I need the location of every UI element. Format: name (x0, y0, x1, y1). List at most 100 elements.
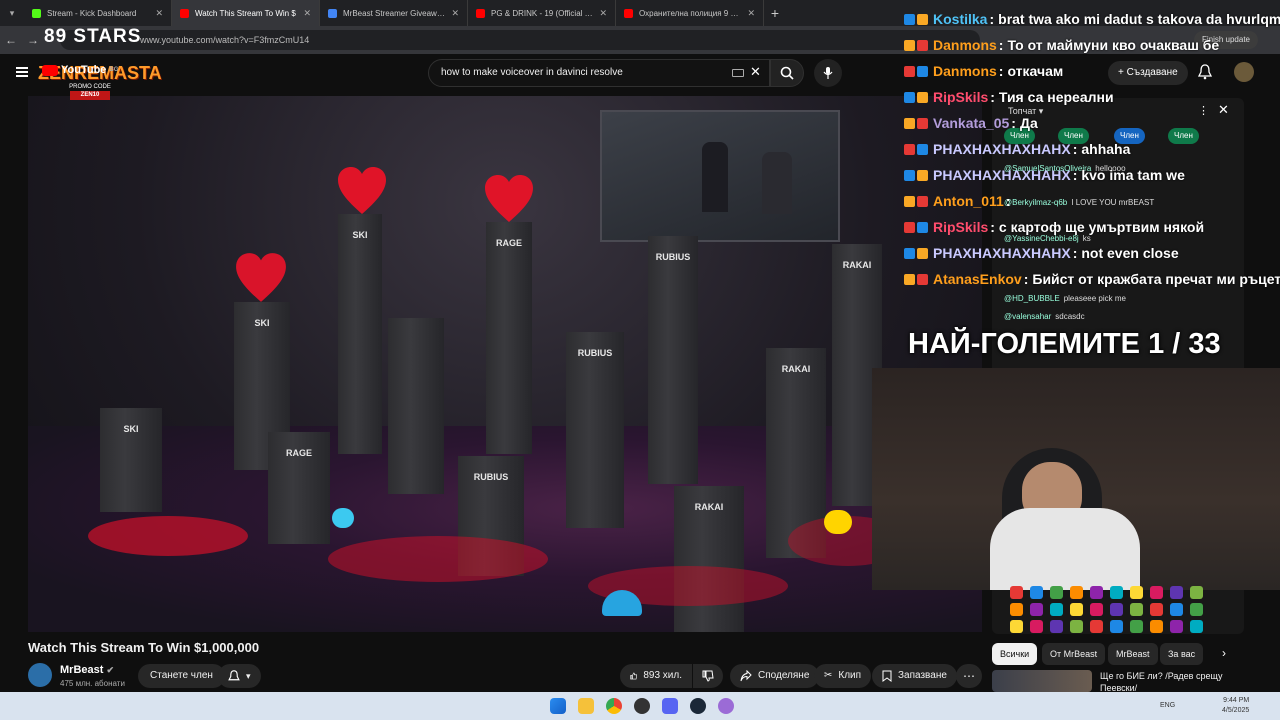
chat-text: brat twa ako mi dadut s takova da hvurlq… (998, 11, 1280, 27)
browser-tab[interactable]: MrBeast Streamer Giveaway.pdf✕ (320, 0, 468, 26)
tab-search-icon[interactable]: ▾ (0, 0, 24, 26)
browser-tab[interactable]: PG & DRINK - 19 (Official 4K Vi ✕ (468, 0, 616, 26)
emote-icon[interactable] (1050, 603, 1063, 616)
emote-icon[interactable] (1110, 603, 1123, 616)
emote-icon[interactable] (1010, 603, 1023, 616)
pillar: SKI (338, 214, 382, 454)
voice-search-button[interactable] (814, 59, 842, 87)
search-input[interactable]: how to make voiceover in davinci resolve (428, 59, 770, 87)
like-button[interactable]: 893 хил. (620, 664, 692, 688)
obs-icon[interactable] (634, 698, 650, 714)
chevron-right-icon[interactable]: › (1222, 646, 1226, 660)
emote-icon[interactable] (1070, 586, 1083, 599)
emote-icon[interactable] (1130, 586, 1143, 599)
keyboard-icon[interactable] (732, 69, 744, 77)
recommended-thumbnail[interactable] (992, 670, 1092, 692)
new-tab-button[interactable]: + (764, 5, 786, 21)
chip-from-mrbeast[interactable]: От MrBeast (1042, 643, 1106, 665)
emote-icon[interactable] (1150, 586, 1163, 599)
join-button[interactable]: Станете член (138, 664, 225, 688)
pillar: RAGE (268, 432, 330, 544)
clip-button[interactable]: ✂ Клип (814, 664, 872, 688)
scissors-icon: ✂ (824, 670, 833, 681)
emote-icon[interactable] (1070, 620, 1083, 633)
close-icon[interactable]: ✕ (155, 8, 163, 19)
emote-icon[interactable] (1010, 586, 1023, 599)
menu-icon[interactable] (16, 67, 28, 77)
microphone-icon (823, 67, 833, 79)
emote-icon[interactable] (1010, 620, 1023, 633)
emote-icon[interactable] (1050, 620, 1063, 633)
chip-for-you[interactable]: За вас (1160, 643, 1204, 665)
channel-avatar[interactable] (28, 663, 52, 687)
chat-separator: : (1023, 271, 1029, 287)
emote-icon[interactable] (1130, 603, 1143, 616)
stream-chat-message: Kostilka : brat twa ako mi dadut s takova… (904, 8, 1280, 30)
keyboard-language[interactable]: ENG (1160, 702, 1175, 709)
share-icon (740, 670, 752, 682)
close-icon[interactable]: ✕ (747, 8, 755, 19)
emote-icon[interactable] (1170, 603, 1183, 616)
chat-separator: : (998, 37, 1004, 53)
system-clock[interactable]: 9:44 PM 4/5/2025 (1222, 696, 1249, 716)
emote-icon[interactable] (1030, 603, 1043, 616)
emote-icon[interactable] (1030, 586, 1043, 599)
emote-icon[interactable] (1090, 620, 1103, 633)
emote-icon[interactable] (1030, 620, 1043, 633)
clear-search-icon[interactable]: ✕ (750, 64, 761, 80)
windows-start-icon[interactable] (550, 698, 566, 714)
subscribe-bell-button[interactable]: ▾ (218, 664, 261, 688)
video-player[interactable]: SKI RAGE RUBIUS RAKAI SKI SKI RUBIUS RAK… (28, 96, 982, 632)
stream-chat-message: PHAXHAXHAXHAHX : ahhaha (904, 138, 1130, 160)
more-actions-button[interactable]: ⋯ (956, 664, 982, 688)
recommended-title[interactable]: Ще го БИЕ ли? /Радев срещу Пеевски/ (1100, 670, 1232, 692)
emote-icon[interactable] (1150, 620, 1163, 633)
emote-icon[interactable] (1070, 603, 1083, 616)
emote-icon[interactable] (1190, 586, 1203, 599)
browser-tab[interactable]: Stream - Kick Dashboard ✕ (24, 0, 172, 26)
emote-icon[interactable] (1170, 620, 1183, 633)
emote-icon[interactable] (1130, 620, 1143, 633)
back-icon[interactable]: ← (0, 33, 22, 47)
chat-text: kvo ima tam we (1081, 167, 1185, 183)
emote-icon[interactable] (1170, 586, 1183, 599)
emote-icon[interactable] (1110, 620, 1123, 633)
discord-icon[interactable] (662, 698, 678, 714)
stream-chat-message: Vankata_05 : Да (904, 112, 1038, 134)
stream-chat-message: PHAXHAXHAXHAHX : kvo ima tam we (904, 164, 1185, 186)
app-icon[interactable] (718, 698, 734, 714)
search-button[interactable] (770, 59, 804, 87)
chat-separator: : (989, 11, 995, 27)
close-icon[interactable]: ✕ (303, 8, 311, 19)
chat-separator: : (998, 63, 1004, 79)
steam-icon[interactable] (690, 698, 706, 714)
youtube-logo[interactable]: YouTube BG (42, 64, 118, 76)
emote-icon[interactable] (1090, 603, 1103, 616)
chat-text: ahhaha (1081, 141, 1131, 157)
browser-tab[interactable]: Охранителна полиция 9 РУ | Т ✕ (616, 0, 764, 26)
emote-icon[interactable] (1190, 620, 1203, 633)
dislike-button[interactable] (693, 664, 723, 688)
chat-username: PHAXHAXHAXHAHX (933, 245, 1071, 261)
emote-icon[interactable] (1090, 586, 1103, 599)
close-icon[interactable]: ✕ (599, 8, 607, 19)
url-field[interactable]: www.youtube.com/watch?v=F3fmzCmU14 (60, 30, 980, 50)
share-button[interactable]: Споделяне (730, 664, 820, 688)
chip-mrbeast[interactable]: MrBeast (1108, 643, 1158, 665)
forward-icon[interactable]: → (22, 33, 44, 47)
save-button[interactable]: Запазване (872, 664, 957, 688)
emote-icon[interactable] (1050, 586, 1063, 599)
tab-favicon-icon (328, 8, 337, 18)
pillar: RAGE (486, 222, 532, 454)
chip-all[interactable]: Всички (992, 643, 1038, 665)
chat-username: PHAXHAXHAXHAHX (933, 141, 1071, 157)
emote-icon[interactable] (1190, 603, 1203, 616)
close-icon[interactable]: ✕ (451, 8, 459, 19)
chrome-icon[interactable] (606, 698, 622, 714)
file-explorer-icon[interactable] (578, 698, 594, 714)
pillar: RUBIUS (648, 236, 698, 484)
channel-name[interactable]: MrBeast ✔ (60, 664, 114, 676)
emote-icon[interactable] (1150, 603, 1163, 616)
emote-icon[interactable] (1110, 586, 1123, 599)
browser-tab-active[interactable]: Watch This Stream To Win $ ✕ (172, 0, 320, 26)
